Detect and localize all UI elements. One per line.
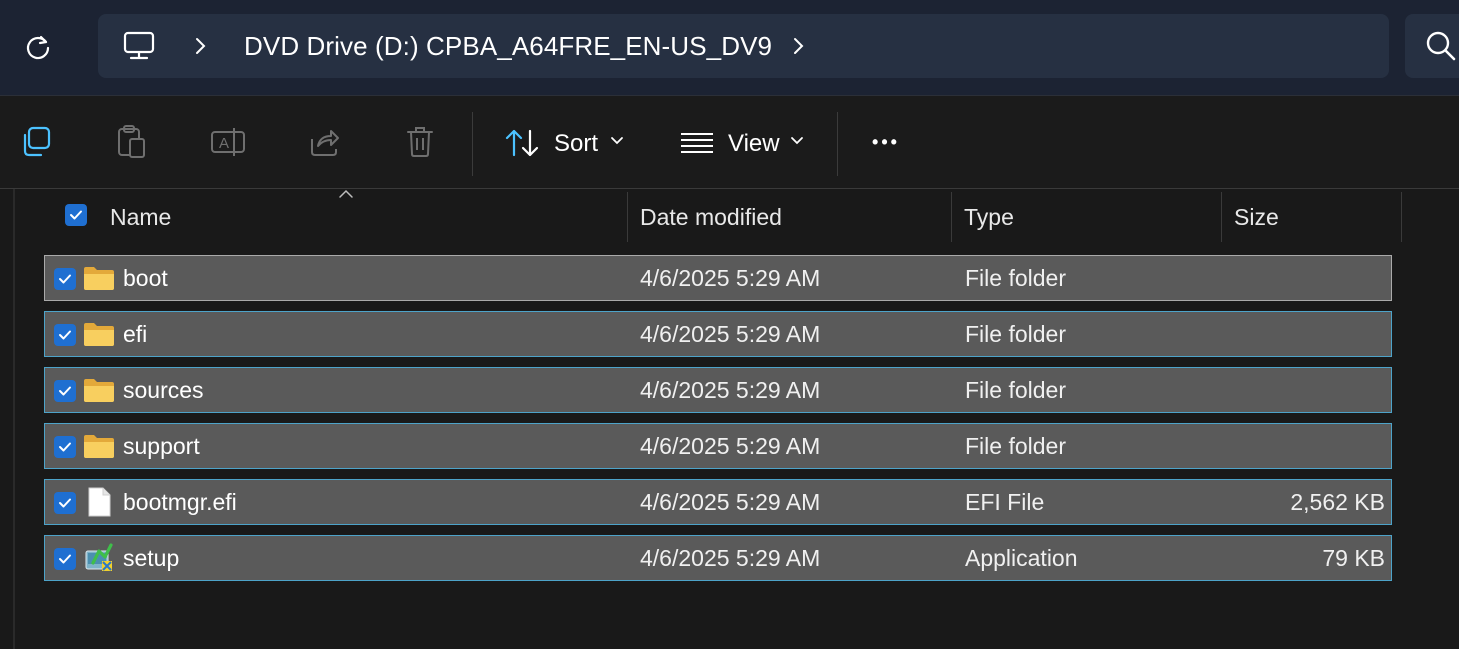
view-list-icon — [681, 133, 713, 153]
file-date-modified: 4/6/2025 5:29 AM — [640, 488, 821, 515]
sort-button[interactable]: Sort — [500, 96, 630, 188]
setup-app-icon — [85, 543, 113, 571]
file-name: support — [123, 432, 200, 459]
file-type: File folder — [965, 376, 1066, 403]
view-button[interactable]: View — [676, 96, 816, 188]
sort-icon — [505, 129, 539, 157]
row-checkbox[interactable] — [54, 268, 76, 290]
checkmark-icon — [59, 330, 71, 340]
more-options-button[interactable]: ••• — [856, 122, 916, 162]
file-row[interactable]: setup 4/6/2025 5:29 AM Application 79 KB — [44, 535, 1392, 581]
refresh-button[interactable] — [18, 27, 58, 67]
file-type: File folder — [965, 432, 1066, 459]
file-name: efi — [123, 320, 148, 347]
row-checkbox[interactable] — [54, 380, 76, 402]
file-type: EFI File — [965, 488, 1045, 515]
row-checkbox[interactable] — [54, 492, 76, 514]
delete-icon — [407, 127, 433, 157]
delete-button[interactable] — [402, 124, 438, 160]
row-checkbox[interactable] — [54, 324, 76, 346]
folder-icon — [84, 435, 114, 458]
command-bar: A Sort View ••• — [0, 96, 1459, 188]
file-date-modified: 4/6/2025 5:29 AM — [640, 544, 821, 571]
file-date-modified: 4/6/2025 5:29 AM — [640, 432, 821, 459]
file-type: File folder — [965, 264, 1066, 291]
file-size: 2,562 KB — [1290, 488, 1385, 515]
search-box[interactable] — [1405, 14, 1459, 78]
paste-icon — [118, 125, 145, 158]
sort-label: Sort — [554, 130, 599, 157]
column-header-type[interactable]: Type — [964, 192, 1014, 242]
navigation-pane-edge — [13, 189, 15, 649]
file-name: boot — [123, 264, 168, 291]
address-bar[interactable]: DVD Drive (D:) CPBA_A64FRE_EN-US_DV9 — [98, 14, 1389, 78]
toolbar-separator — [472, 112, 473, 176]
column-resize-handle[interactable] — [627, 192, 628, 242]
chevron-right-icon[interactable] — [194, 36, 208, 56]
file-row[interactable]: bootmgr.efi 4/6/2025 5:29 AM EFI File 2,… — [44, 479, 1392, 525]
more-icon: ••• — [872, 131, 900, 152]
file-row[interactable]: boot 4/6/2025 5:29 AM File folder — [44, 255, 1392, 301]
file-row[interactable]: support 4/6/2025 5:29 AM File folder — [44, 423, 1392, 469]
column-resize-handle[interactable] — [951, 192, 952, 242]
search-icon — [1426, 31, 1456, 61]
toolbar-separator — [837, 112, 838, 176]
column-resize-handle[interactable] — [1221, 192, 1222, 242]
column-header-row: Name Date modified Type Size — [44, 192, 1404, 242]
file-row[interactable]: sources 4/6/2025 5:29 AM File folder — [44, 367, 1392, 413]
breadcrumb-dvd-drive[interactable]: DVD Drive (D:) CPBA_A64FRE_EN-US_DV9 — [244, 31, 772, 62]
checkmark-icon — [59, 274, 71, 284]
divider — [0, 188, 1459, 189]
chevron-down-icon — [791, 137, 803, 145]
select-all-checkbox[interactable] — [65, 204, 87, 226]
column-resize-handle[interactable] — [1401, 192, 1402, 242]
chevron-down-icon — [611, 137, 623, 145]
row-checkbox[interactable] — [54, 548, 76, 570]
file-name: setup — [123, 544, 180, 571]
row-checkbox[interactable] — [54, 436, 76, 458]
file-date-modified: 4/6/2025 5:29 AM — [640, 320, 821, 347]
checkmark-icon — [70, 210, 82, 220]
file-type: Application — [965, 544, 1078, 571]
copy-icon — [23, 126, 51, 157]
share-button[interactable] — [306, 124, 342, 160]
file-name: sources — [123, 376, 204, 403]
checkmark-icon — [59, 498, 71, 508]
column-header-name[interactable]: Name — [110, 192, 171, 242]
checkmark-icon — [59, 386, 71, 396]
address-toolbar: DVD Drive (D:) CPBA_A64FRE_EN-US_DV9 — [0, 0, 1459, 95]
paste-button[interactable] — [114, 124, 150, 160]
checkmark-icon — [59, 442, 71, 452]
column-header-date-modified[interactable]: Date modified — [640, 192, 782, 242]
file-name: bootmgr.efi — [123, 488, 237, 515]
rename-icon: A — [211, 128, 245, 156]
folder-icon — [84, 379, 114, 402]
checkmark-icon — [59, 554, 71, 564]
file-row[interactable]: efi 4/6/2025 5:29 AM File folder — [44, 311, 1392, 357]
refresh-icon — [26, 35, 50, 60]
folder-icon — [84, 267, 114, 290]
file-size: 79 KB — [1322, 544, 1385, 571]
view-label: View — [728, 130, 780, 157]
rename-button[interactable]: A — [210, 124, 246, 160]
folder-icon — [84, 323, 114, 346]
column-header-size[interactable]: Size — [1234, 192, 1279, 242]
share-icon — [311, 130, 339, 156]
file-type: File folder — [965, 320, 1066, 347]
file-date-modified: 4/6/2025 5:29 AM — [640, 376, 821, 403]
file-date-modified: 4/6/2025 5:29 AM — [640, 264, 821, 291]
chevron-right-icon[interactable] — [792, 36, 806, 56]
svg-text:A: A — [219, 135, 229, 152]
copy-button[interactable] — [18, 124, 54, 160]
file-icon — [88, 487, 111, 517]
computer-icon[interactable] — [122, 30, 156, 62]
